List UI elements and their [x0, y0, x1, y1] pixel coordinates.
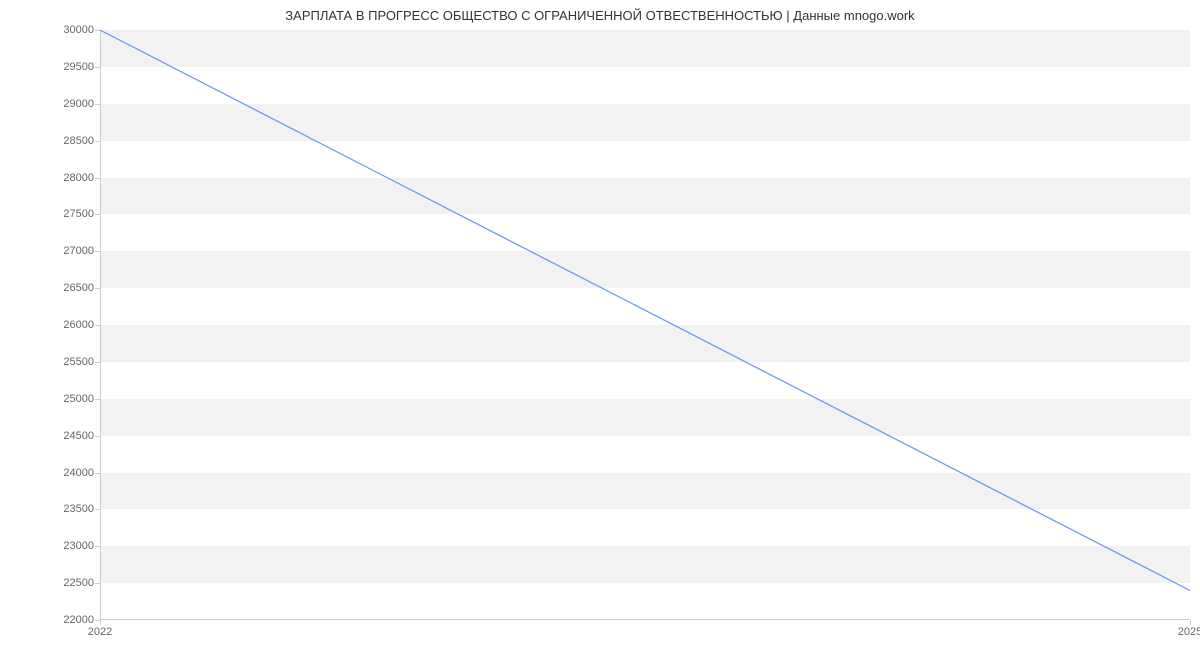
y-axis-tick-label: 24500: [63, 430, 94, 442]
chart-title: ЗАРПЛАТА В ПРОГРЕСС ОБЩЕСТВО С ОГРАНИЧЕН…: [0, 0, 1200, 31]
x-tick: [100, 620, 101, 625]
y-tick: [95, 325, 100, 326]
plot-area: 2200022500230002350024000245002500025500…: [100, 30, 1190, 620]
y-axis-tick-label: 22500: [63, 577, 94, 589]
y-tick: [95, 288, 100, 289]
y-tick: [95, 399, 100, 400]
y-axis-tick-label: 26500: [63, 282, 94, 294]
y-axis-tick-label: 23000: [63, 540, 94, 552]
y-axis-tick-label: 24000: [63, 467, 94, 479]
x-axis-tick-label: 2025: [1178, 626, 1200, 638]
y-axis-tick-label: 28500: [63, 135, 94, 147]
y-tick: [95, 546, 100, 547]
y-axis-tick-label: 28000: [63, 172, 94, 184]
y-tick: [95, 583, 100, 584]
y-tick: [95, 362, 100, 363]
y-axis-tick-label: 22000: [63, 614, 94, 626]
y-tick: [95, 30, 100, 31]
y-tick: [95, 509, 100, 510]
y-tick: [95, 141, 100, 142]
y-axis-tick-label: 25500: [63, 356, 94, 368]
y-axis-tick-label: 26000: [63, 319, 94, 331]
y-tick: [95, 251, 100, 252]
y-axis-tick-label: 23500: [63, 503, 94, 515]
x-axis-tick-label: 2022: [88, 626, 112, 638]
y-axis-tick-label: 29000: [63, 98, 94, 110]
x-tick: [1190, 620, 1191, 625]
y-tick: [95, 214, 100, 215]
y-tick: [95, 67, 100, 68]
y-axis-tick-label: 25000: [63, 393, 94, 405]
y-axis-tick-label: 29500: [63, 61, 94, 73]
y-tick: [95, 436, 100, 437]
line-series-path: [100, 30, 1190, 591]
chart-container: ЗАРПЛАТА В ПРОГРЕСС ОБЩЕСТВО С ОГРАНИЧЕН…: [0, 0, 1200, 650]
y-axis-tick-label: 27000: [63, 245, 94, 257]
y-tick: [95, 178, 100, 179]
y-axis-tick-label: 30000: [63, 24, 94, 36]
y-axis-tick-label: 27500: [63, 208, 94, 220]
chart-line-series: [100, 30, 1190, 620]
y-tick: [95, 473, 100, 474]
y-tick: [95, 104, 100, 105]
